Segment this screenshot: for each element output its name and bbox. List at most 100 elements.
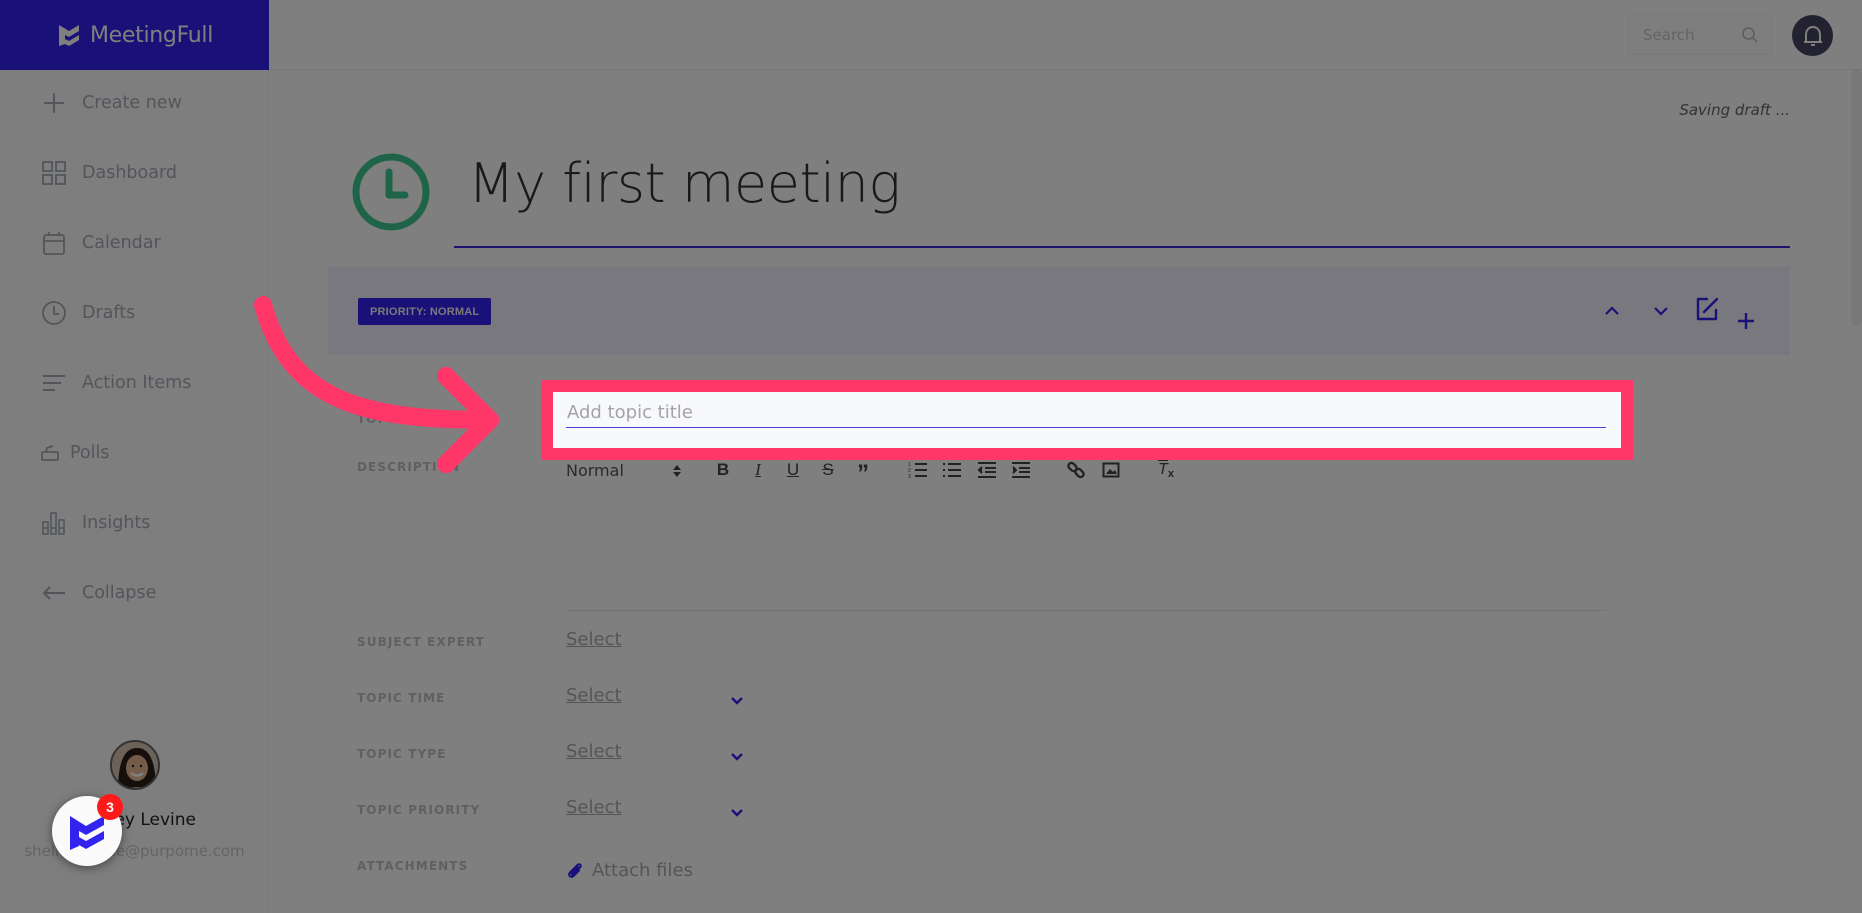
sidebar-item-label: Polls: [70, 443, 110, 463]
description-divider: [566, 610, 1606, 611]
sidebar-item-drafts[interactable]: Drafts: [0, 285, 269, 341]
underline-button[interactable]: U: [781, 458, 805, 482]
plus-icon: [1738, 313, 1754, 329]
search-input[interactable]: [1643, 25, 1733, 44]
format-select[interactable]: Normal: [566, 461, 681, 480]
sidebar-item-label: Drafts: [82, 303, 136, 323]
notifications-button[interactable]: [1792, 15, 1833, 56]
topic-time-select[interactable]: Select: [566, 685, 622, 706]
bell-icon: [1803, 25, 1822, 46]
priority-badge: PRIORITY: NORMAL: [358, 298, 492, 325]
chevron-down-icon: [731, 697, 743, 705]
logo-bar[interactable]: MeetingFull: [0, 0, 269, 70]
sidebar-item-create-new[interactable]: Create new: [0, 75, 269, 131]
sidebar-item-insights[interactable]: Insights: [0, 495, 269, 551]
scrollbar-thumb[interactable]: [1851, 70, 1862, 326]
strikethrough-icon: S: [822, 460, 834, 479]
outdent-button[interactable]: [975, 458, 999, 482]
link-icon: [1067, 461, 1085, 479]
field-label: TOPIC TYPE: [357, 747, 447, 761]
poll-box-icon: [36, 439, 64, 467]
bullet-list-button[interactable]: [940, 458, 964, 482]
clear-format-icon: T: [1158, 461, 1168, 478]
title-underline: [454, 246, 1790, 248]
attach-files-label: Attach files: [592, 860, 693, 881]
topic-priority-dropdown[interactable]: [730, 805, 744, 823]
arrow-left-icon: [40, 579, 68, 607]
sidebar-item-label: Collapse: [82, 583, 157, 603]
topic-type-dropdown[interactable]: [730, 749, 744, 767]
ordered-list-button[interactable]: 123: [906, 458, 930, 482]
subject-expert-select[interactable]: Select: [566, 629, 622, 650]
top-bar: [269, 0, 1862, 70]
image-icon: [1102, 462, 1120, 478]
meetingfull-logo-icon: [58, 25, 79, 46]
ordered-list-icon: 123: [908, 462, 927, 479]
plus-icon: [40, 89, 68, 117]
strikethrough-button[interactable]: S: [816, 458, 840, 482]
topic-title-label: TOPIC: [357, 412, 403, 426]
bullet-list-icon: [943, 463, 961, 477]
bar-chart-icon: [40, 509, 68, 537]
sidebar-item-dashboard[interactable]: Dashboard: [0, 145, 269, 201]
quote-icon: ”: [857, 460, 869, 487]
edit-button[interactable]: [1692, 294, 1722, 324]
outdent-icon: [977, 462, 996, 478]
notification-count-badge: 3: [97, 794, 123, 820]
sidebar-item-label: Dashboard: [82, 163, 177, 183]
chevron-up-icon: [1605, 306, 1619, 315]
move-up-button[interactable]: [1600, 299, 1624, 323]
description-label: DESCRIPTION: [357, 460, 461, 474]
calendar-icon: [40, 229, 68, 257]
sidebar-item-label: Action Items: [82, 373, 192, 393]
move-down-button[interactable]: [1649, 299, 1673, 323]
meeting-clock-icon: [351, 152, 431, 237]
topic-time-dropdown[interactable]: [730, 693, 744, 711]
attach-files-button[interactable]: Attach files: [566, 860, 693, 881]
sidebar-item-label: Calendar: [82, 233, 161, 253]
indent-button[interactable]: [1009, 458, 1033, 482]
grid-icon: [40, 159, 68, 187]
field-label: TOPIC PRIORITY: [357, 803, 481, 817]
brand-name: MeetingFull: [89, 22, 214, 48]
topic-title-input[interactable]: [566, 402, 1606, 428]
blockquote-button[interactable]: ”: [851, 458, 875, 486]
add-button[interactable]: [1733, 308, 1759, 334]
topic-card: PRIORITY: NORMAL: [328, 266, 1790, 913]
paperclip-icon: [568, 862, 582, 878]
save-status: Saving draft ...: [1679, 101, 1790, 119]
chevron-down-icon: [731, 753, 743, 761]
topic-card-header: PRIORITY: NORMAL: [328, 266, 1790, 355]
bold-button[interactable]: B: [711, 458, 735, 482]
chevron-down-icon: [731, 809, 743, 817]
user-email: shelley.levine@purpome.com: [24, 842, 245, 860]
field-label: TOPIC TIME: [357, 691, 446, 705]
topic-title-field[interactable]: [553, 392, 1621, 448]
italic-icon: I: [755, 460, 761, 479]
meeting-title[interactable]: My first meeting: [468, 152, 901, 215]
sidebar-item-calendar[interactable]: Calendar: [0, 215, 269, 271]
sidebar-item-polls[interactable]: Polls: [0, 425, 269, 481]
search-icon[interactable]: [1741, 26, 1759, 49]
sidebar: MeetingFull Create new Dashboard Calenda…: [0, 0, 269, 913]
editor-toolbar: Normal: [566, 458, 681, 482]
sidebar-item-collapse[interactable]: Collapse: [0, 565, 269, 621]
italic-button[interactable]: I: [746, 458, 770, 482]
image-button[interactable]: [1099, 458, 1123, 482]
bold-icon: B: [716, 460, 730, 479]
topic-priority-select[interactable]: Select: [566, 797, 622, 818]
underline-icon: U: [786, 460, 800, 479]
topic-type-select[interactable]: Select: [566, 741, 622, 762]
field-label: SUBJECT EXPERT: [357, 635, 486, 649]
clear-format-button[interactable]: Tx: [1154, 458, 1178, 482]
attachments-label: ATTACHMENTS: [357, 859, 469, 873]
link-button[interactable]: [1064, 458, 1088, 482]
avatar[interactable]: [110, 740, 160, 790]
search-box[interactable]: [1628, 14, 1772, 55]
chevron-down-icon: [1654, 307, 1668, 316]
indent-icon: [1012, 462, 1030, 478]
user-name: Shelley Levine: [72, 810, 197, 830]
clock-icon: [40, 299, 68, 327]
sidebar-item-action-items[interactable]: Action Items: [0, 355, 269, 411]
svg-text:3: 3: [908, 474, 911, 479]
